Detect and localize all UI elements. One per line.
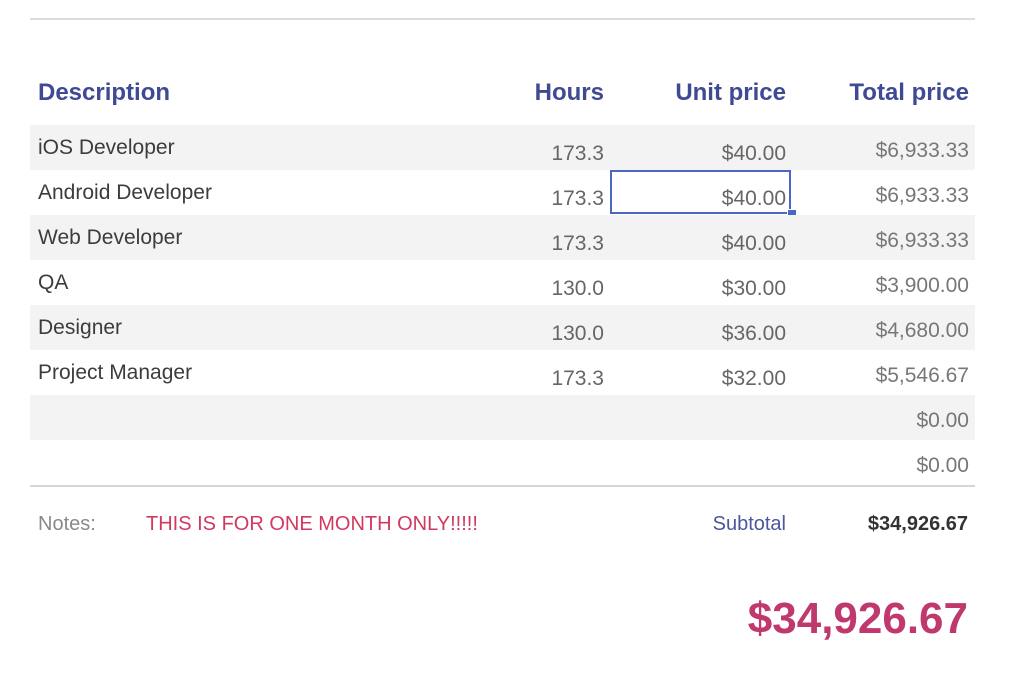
description-cell[interactable]: Project Manager [38,361,192,385]
hours-cell[interactable]: 130.0 [551,277,604,301]
total-price-cell: $6,933.33 [875,229,969,252]
hours-cell[interactable]: 173.3 [551,232,604,256]
unit-price-cell[interactable]: $36.00 [722,322,786,346]
description-cell[interactable]: Web Developer [38,226,182,250]
unit-price-cell[interactable]: $40.00 [722,187,786,211]
unit-price-cell[interactable]: $30.00 [722,277,786,301]
table-row: iOS Developer 173.3 $40.00 $6,933.33 [30,125,975,170]
grand-total-value: $34,926.67 [747,594,968,643]
bottom-divider [30,485,975,487]
table-row: $0.00 [30,395,975,440]
table-row: $0.00 [30,440,975,485]
unit-price-cell[interactable]: $32.00 [722,367,786,391]
column-header-hours: Hours [534,79,604,106]
table-header: Description Hours Unit price Total price [30,76,975,110]
hours-cell[interactable]: 173.3 [551,187,604,211]
table-row: Project Manager 173.3 $32.00 $5,546.67 [30,350,975,395]
hours-cell[interactable]: 130.0 [551,322,604,346]
total-price-cell: $3,900.00 [875,274,969,297]
notes-field[interactable]: THIS IS FOR ONE MONTH ONLY!!!!! [146,513,478,536]
table-row: Designer 130.0 $36.00 $4,680.00 [30,305,975,350]
notes-label: Notes: [38,513,96,535]
table-row: Android Developer 173.3 $40.00 $6,933.33 [30,170,975,219]
total-price-cell: $4,680.00 [875,319,969,342]
subtotal-label: Subtotal [712,513,786,535]
total-price-cell: $6,933.33 [875,139,969,162]
description-cell[interactable]: Designer [38,316,122,340]
hours-cell[interactable]: 173.3 [551,142,604,166]
unit-price-cell[interactable]: $40.00 [722,232,786,256]
top-divider [30,18,975,20]
subtotal-value: $34,926.67 [867,513,968,535]
total-price-cell: $5,546.67 [875,364,969,387]
description-cell[interactable]: Android Developer [38,181,212,205]
table-row: QA 130.0 $30.00 $3,900.00 [30,260,975,305]
description-cell[interactable]: iOS Developer [38,136,175,160]
description-cell[interactable]: QA [38,271,68,295]
column-header-unit-price: Unit price [675,79,786,106]
total-price-cell: $0.00 [916,409,969,432]
total-price-cell: $0.00 [916,454,969,477]
total-price-cell: $6,933.33 [875,184,969,207]
hours-cell[interactable]: 173.3 [551,367,604,391]
column-header-description: Description [38,79,171,106]
line-items-table: iOS Developer 173.3 $40.00 $6,933.33 And… [30,125,975,485]
unit-price-cell[interactable]: $40.00 [722,142,786,166]
table-row: Web Developer 173.3 $40.00 $6,933.33 [30,215,975,260]
column-header-total-price: Total price [849,79,969,106]
